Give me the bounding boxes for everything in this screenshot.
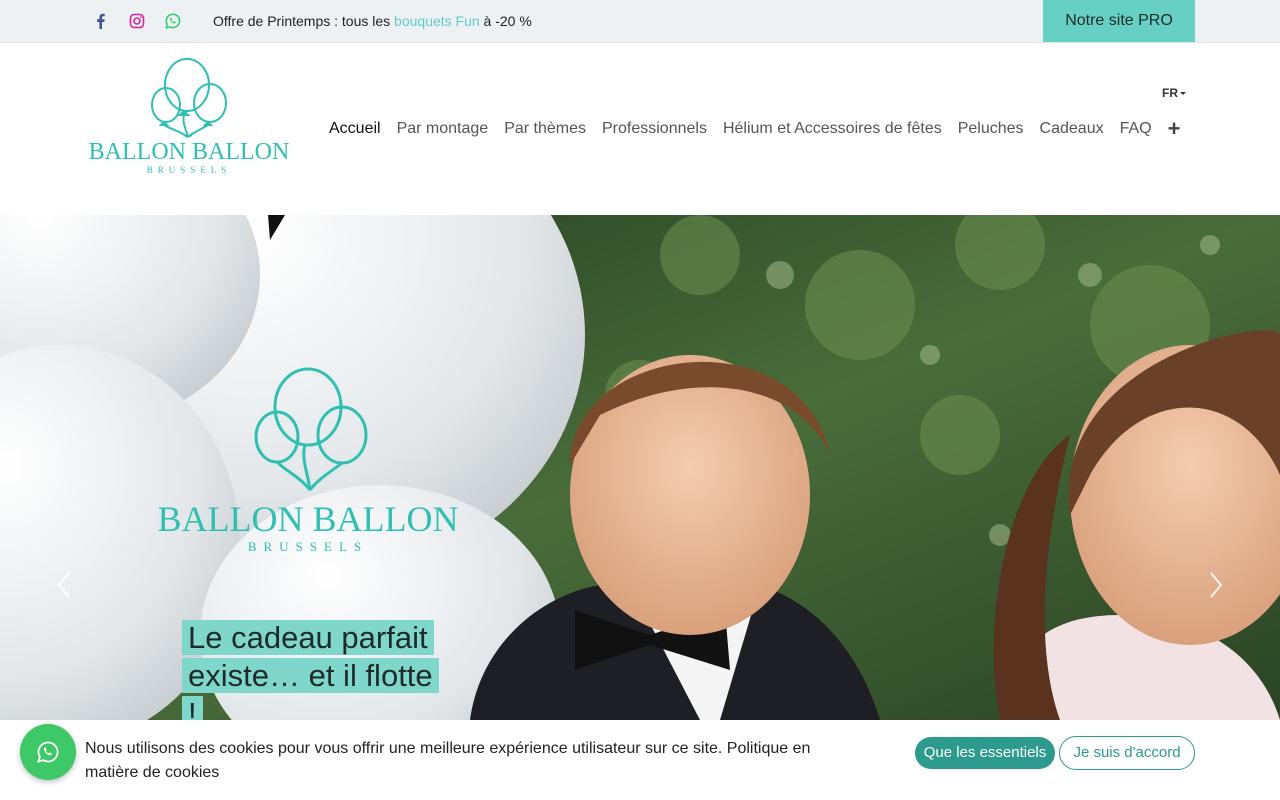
- hero-tagline: Le cadeau parfait existe… et il flotte !: [182, 619, 442, 720]
- nav-item-peluches[interactable]: Peluches: [950, 120, 1032, 138]
- logo-subtitle: BRUSSELS: [147, 165, 232, 175]
- hero-carousel: BALLON BALLON BRUSSELS Le cadeau parfait…: [0, 215, 1280, 720]
- hero-logo: BALLON BALLON BRUSSELS: [158, 367, 459, 554]
- promo-suffix: à -20 %: [479, 13, 532, 29]
- nav-item-cadeaux[interactable]: Cadeaux: [1032, 120, 1112, 138]
- essential-cookies-button[interactable]: Que les essentiels: [915, 737, 1055, 769]
- top-bar: Offre de Printemps : tous les bouquets F…: [0, 0, 1280, 43]
- language-switcher[interactable]: FR: [1162, 86, 1186, 100]
- nav-more-icon[interactable]: +: [1160, 118, 1189, 140]
- whatsapp-icon: [37, 741, 59, 763]
- instagram-icon[interactable]: [128, 12, 146, 30]
- promo-text: Offre de Printemps : tous les bouquets F…: [213, 13, 532, 29]
- carousel-next-icon[interactable]: [1204, 570, 1228, 600]
- nav-item-par-montage[interactable]: Par montage: [389, 120, 497, 138]
- cookie-banner: Nous utilisons des cookies pour vous off…: [0, 720, 1280, 800]
- nav-item-professionnels[interactable]: Professionnels: [594, 120, 715, 138]
- site-logo[interactable]: BALLON BALLON BRUSSELS: [84, 53, 294, 178]
- nav-item-helium-accessoires[interactable]: Hélium et Accessoires de fêtes: [715, 120, 950, 138]
- carousel-prev-icon[interactable]: [52, 570, 76, 600]
- nav-item-par-themes[interactable]: Par thèmes: [496, 120, 594, 138]
- pro-site-button[interactable]: Notre site PRO: [1043, 0, 1195, 42]
- main-nav: Accueil Par montage Par thèmes Professio…: [321, 118, 1189, 140]
- caret-down-icon: [1180, 92, 1186, 96]
- facebook-icon[interactable]: [92, 12, 110, 30]
- cookie-message: Nous utilisons des cookies pour vous off…: [85, 740, 811, 781]
- nav-item-accueil[interactable]: Accueil: [321, 120, 389, 138]
- nav-item-faq[interactable]: FAQ: [1112, 120, 1160, 138]
- hero-logo-wordmark: BALLON BALLON: [158, 499, 459, 539]
- accept-cookies-button[interactable]: Je suis d'accord: [1059, 736, 1195, 770]
- site-header: BALLON BALLON BRUSSELS FR Accueil Par mo…: [0, 43, 1280, 215]
- hero-logo-subtitle: BRUSSELS: [248, 539, 368, 554]
- whatsapp-chat-button[interactable]: [20, 724, 76, 780]
- whatsapp-icon[interactable]: [164, 12, 182, 30]
- hero-tagline-text: Le cadeau parfait existe… et il flotte !: [182, 620, 439, 720]
- logo-wordmark: BALLON BALLON: [89, 139, 290, 165]
- promo-prefix: Offre de Printemps : tous les: [213, 13, 395, 29]
- promo-link[interactable]: bouquets Fun: [394, 13, 480, 29]
- language-label: FR: [1162, 86, 1178, 100]
